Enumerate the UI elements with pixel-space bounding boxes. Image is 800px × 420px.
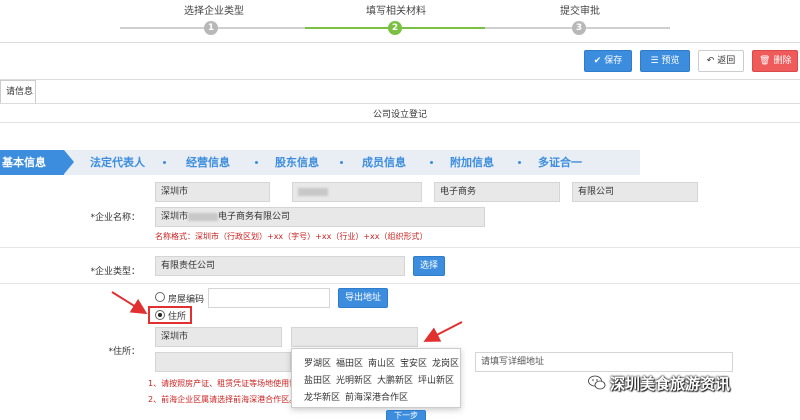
annotation-arrows xyxy=(111,291,463,342)
arrow-to-district xyxy=(423,321,463,342)
watermark: 深圳美食旅游资讯 xyxy=(588,373,793,395)
app-root: 选择企业类型 填写相关材料 提交审批 1 2 3 ✔ 保存 ☰ 预览 ↶ 返回 🗑 删除… xyxy=(0,0,800,420)
arrow-to-residence xyxy=(111,291,148,315)
wechat-icon xyxy=(588,375,606,390)
watermark-text: 深圳美食旅游资讯 xyxy=(610,375,731,393)
